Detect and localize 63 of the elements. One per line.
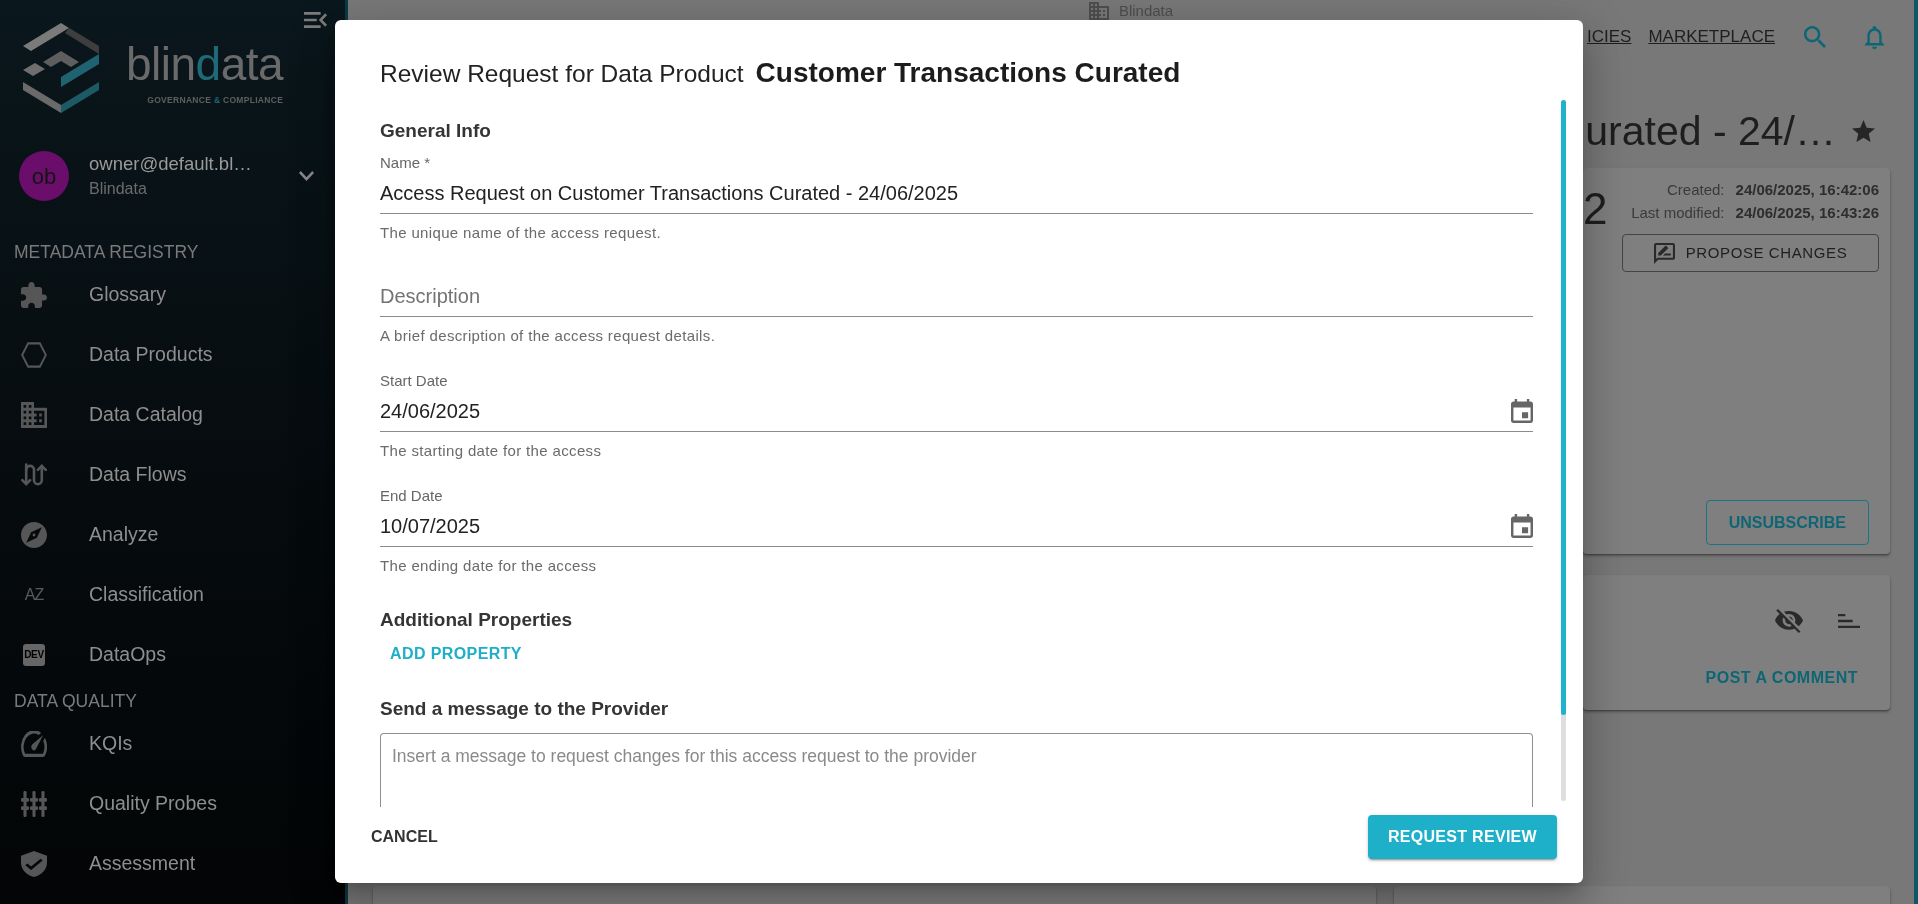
sidebar-section-title: METADATA REGISTRY [13, 241, 199, 264]
sidebar-item[interactable]: Quality Probes [0, 774, 217, 834]
sort-lines-icon[interactable] [1838, 614, 1860, 628]
meta-label: Created: [1666, 180, 1725, 200]
section-heading: Send a message to the Provider [380, 697, 669, 721]
sidebar-item[interactable]: Assessment [0, 834, 196, 894]
eye-off-icon[interactable] [1775, 609, 1803, 633]
logo-wordmark: blindata [126, 38, 284, 90]
hexagon-icon [21, 342, 47, 368]
compass-icon [21, 522, 47, 548]
calendar-icon[interactable] [1511, 398, 1533, 423]
logo-icon [21, 20, 101, 113]
helper-text: The starting date for the access [380, 443, 602, 459]
helper-text: The unique name of the access request. [380, 225, 661, 241]
nav-link[interactable]: MARKETPLACE [1648, 25, 1775, 49]
dev-tag-icon: DEV [23, 644, 45, 666]
date-input[interactable]: 24/06/2025 [380, 390, 1511, 431]
chevron-down-icon[interactable] [299, 171, 314, 181]
field-label: Name * [380, 154, 431, 172]
nav-link[interactable]: ICIES [1587, 25, 1632, 49]
building-icon [1088, 2, 1109, 20]
building-icon [21, 402, 47, 428]
organization-name: Blindata [89, 178, 148, 199]
meta-value: 24/06/2025, 16:43:26 [1735, 203, 1879, 223]
dialog-title: Review Request for Data Product [380, 59, 744, 89]
meta-label: Last modified: [1631, 203, 1725, 223]
sidebar-item[interactable]: Data Products [0, 325, 213, 385]
menu-collapse-icon[interactable] [304, 12, 327, 28]
date-input[interactable]: 10/07/2025 [380, 505, 1511, 546]
propose-changes-button[interactable]: PROPOSE CHANGES [1622, 234, 1879, 272]
field-label: Start Date [380, 372, 448, 390]
puzzle-icon [21, 282, 47, 308]
star-icon[interactable] [1852, 120, 1875, 142]
section-heading: General Info [380, 119, 491, 143]
sidebar-item[interactable]: DEV DataOps [0, 625, 166, 685]
message-field[interactable]: Insert a message to request changes for this access request to the provider [380, 733, 1533, 807]
product-name: Customer Transactions Curated [755, 56, 1181, 90]
text-input[interactable]: Description [380, 275, 1533, 316]
sidebar-section-title: DATA QUALITY [13, 690, 137, 713]
swap-arrows-icon [21, 462, 47, 488]
sidebar-item[interactable]: Data Catalog [0, 385, 203, 445]
logo-tagline: GOVERNANCE & COMPLIANCE [147, 95, 284, 105]
sort-alpha-icon: AZ [21, 582, 47, 608]
field-label: End Date [380, 487, 443, 505]
meta-value: 24/06/2025, 16:42:06 [1735, 180, 1879, 200]
sidebar-item[interactable]: Analyze [0, 505, 159, 565]
page-title: urated - 24/… [1585, 107, 1836, 156]
gauge-icon [21, 731, 47, 757]
shield-check-icon [21, 851, 47, 877]
helper-text: A brief description of the access request details. [380, 328, 716, 344]
sliders-icon [21, 791, 47, 817]
helper-text: The ending date for the access [380, 558, 597, 574]
sidebar-item[interactable]: Data Flows [0, 445, 187, 505]
sidebar-item[interactable]: KQIs [0, 714, 133, 774]
section-heading: Additional Properties [380, 608, 573, 632]
user-email: owner@default.bl… [89, 152, 252, 175]
sidebar-item[interactable]: Glossary [0, 265, 166, 325]
calendar-icon[interactable] [1511, 513, 1533, 538]
cancel-button[interactable]: CANCEL [363, 815, 446, 859]
text-input[interactable]: Access Request on Customer Transactions Curated - 24/06/2025 [380, 172, 1533, 213]
comment-edit-icon [1653, 242, 1675, 264]
sidebar-item[interactable]: AZ Classification [0, 565, 204, 625]
count-text: 2 [1583, 186, 1608, 235]
